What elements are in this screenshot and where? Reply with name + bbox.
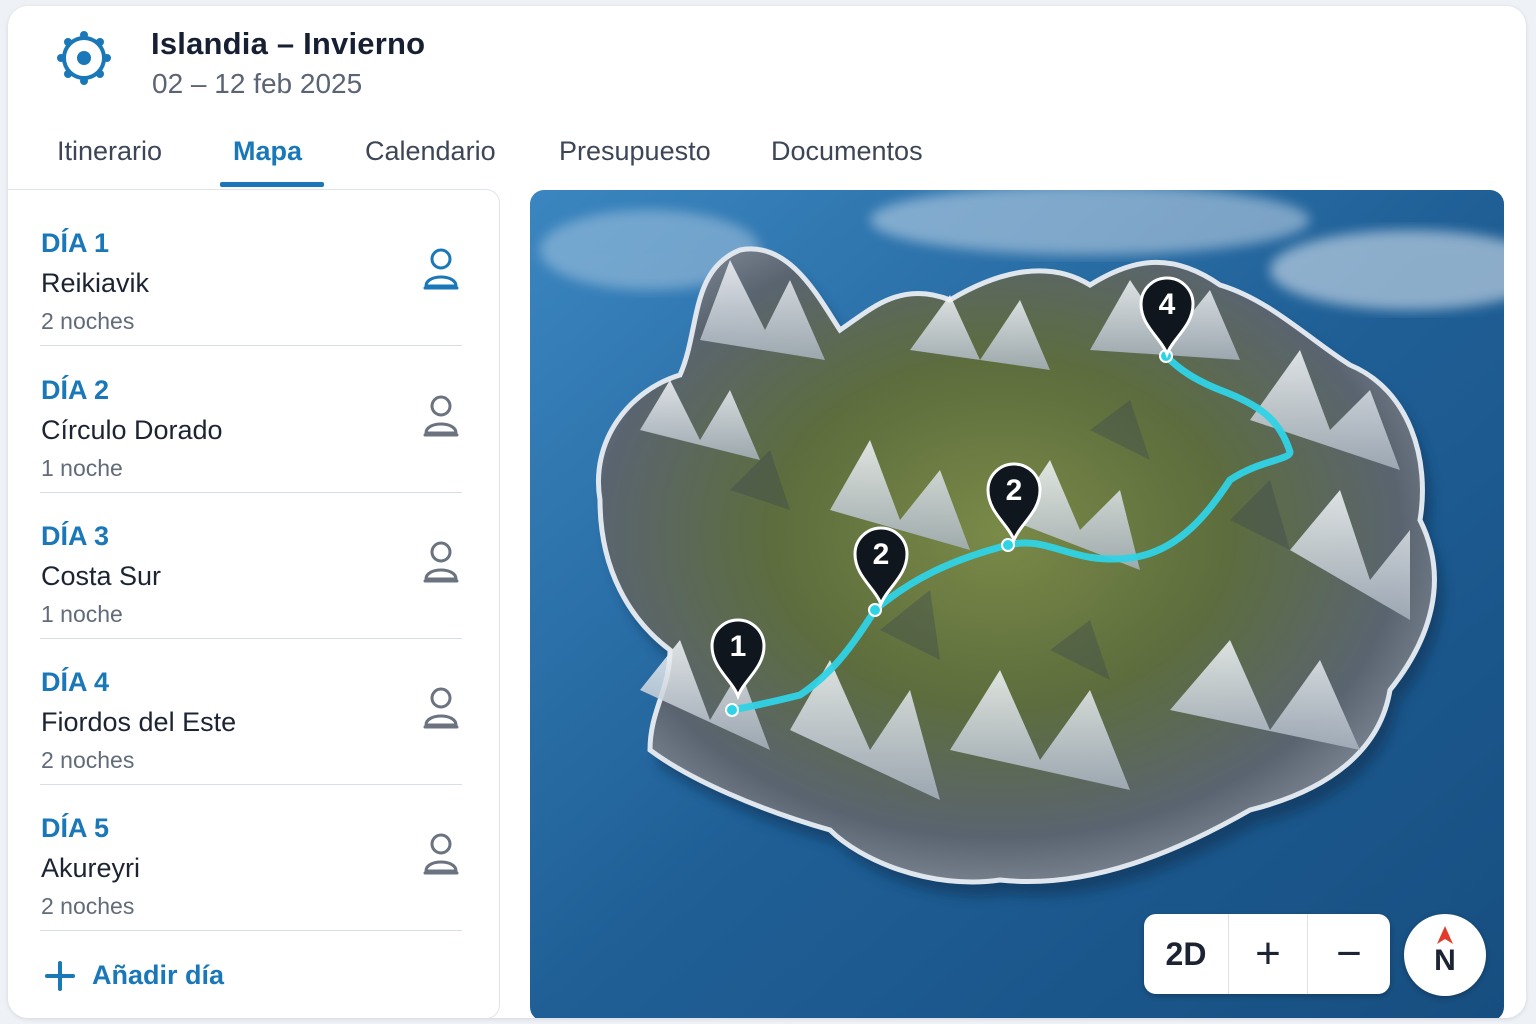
compass-button[interactable]: N xyxy=(1404,914,1486,996)
marker-number: 2 xyxy=(1006,474,1023,507)
route-node xyxy=(1001,538,1015,552)
tab-calendario[interactable]: Calendario xyxy=(365,136,496,167)
map-canvas[interactable]: 1 2 2 4 xyxy=(530,190,1504,1018)
day-label: DÍA 5 xyxy=(41,813,110,843)
tab-mapa[interactable]: Mapa xyxy=(233,136,302,167)
day-nights: 2 noches xyxy=(41,308,135,334)
day-item-2[interactable]: DÍA 2 Círculo Dorado 1 noche xyxy=(40,347,462,493)
day-place: Fiordos del Este xyxy=(41,707,237,737)
day-place: Costa Sur xyxy=(41,561,162,591)
day-label: DÍA 4 xyxy=(41,667,110,697)
route-node xyxy=(725,703,739,717)
day-nights: 1 noche xyxy=(41,601,123,627)
route-node xyxy=(868,603,882,617)
north-arrow-icon xyxy=(1437,926,1453,944)
zoom-in-button[interactable]: + xyxy=(1229,914,1307,994)
day-item-1[interactable]: DÍA 1 Reikiavik 2 noches xyxy=(40,200,462,346)
person-icon[interactable] xyxy=(422,539,460,585)
day-item-4[interactable]: DÍA 4 Fiordos del Este 2 noches xyxy=(40,639,462,785)
day-label: DÍA 2 xyxy=(41,375,110,405)
zoom-out-button[interactable]: − xyxy=(1308,914,1390,994)
trip-title: Islandia – Invierno xyxy=(151,26,426,61)
day-label: DÍA 1 xyxy=(41,228,110,258)
tab-itinerario[interactable]: Itinerario xyxy=(57,136,162,167)
day-item-3[interactable]: DÍA 3 Costa Sur 1 noche xyxy=(40,493,462,639)
plus-icon xyxy=(45,961,75,991)
day-item-5[interactable]: DÍA 5 Akureyri 2 noches xyxy=(40,785,462,931)
itinerary-sidebar: DÍA 1 Reikiavik 2 noches DÍA 2 Círculo D… xyxy=(8,189,500,1018)
marker-number: 1 xyxy=(730,630,747,663)
day-nights: 2 noches xyxy=(41,893,135,919)
compass-label: N xyxy=(1434,944,1456,977)
tab-documentos[interactable]: Documentos xyxy=(771,136,923,167)
map-view[interactable]: 1 2 2 4 2D + − N xyxy=(530,190,1504,1018)
day-nights: 2 noches xyxy=(41,747,135,773)
trip-dates: 02 – 12 feb 2025 xyxy=(152,68,363,99)
day-place: Círculo Dorado xyxy=(41,415,223,445)
map-controls: 2D + − xyxy=(1144,914,1390,994)
person-icon[interactable] xyxy=(422,685,460,731)
day-nights: 1 noche xyxy=(41,455,123,481)
view-mode-button[interactable]: 2D xyxy=(1144,914,1228,994)
day-place: Reikiavik xyxy=(41,268,150,298)
person-icon[interactable] xyxy=(422,393,460,439)
marker-number: 2 xyxy=(873,538,890,571)
person-icon[interactable] xyxy=(422,246,460,292)
marker-number: 4 xyxy=(1159,288,1176,321)
person-icon[interactable] xyxy=(422,831,460,877)
tab-presupuesto[interactable]: Presupuesto xyxy=(559,136,711,167)
trip-logo-icon xyxy=(57,31,111,85)
day-label: DÍA 3 xyxy=(41,521,110,551)
tab-bar: Itinerario Mapa Calendario Presupuesto D… xyxy=(8,126,1008,188)
trip-app-window: Islandia – Invierno 02 – 12 feb 2025 Iti… xyxy=(8,6,1526,1018)
add-day-label: Añadir día xyxy=(92,960,225,990)
active-tab-indicator xyxy=(220,182,324,187)
day-place: Akureyri xyxy=(41,853,141,883)
